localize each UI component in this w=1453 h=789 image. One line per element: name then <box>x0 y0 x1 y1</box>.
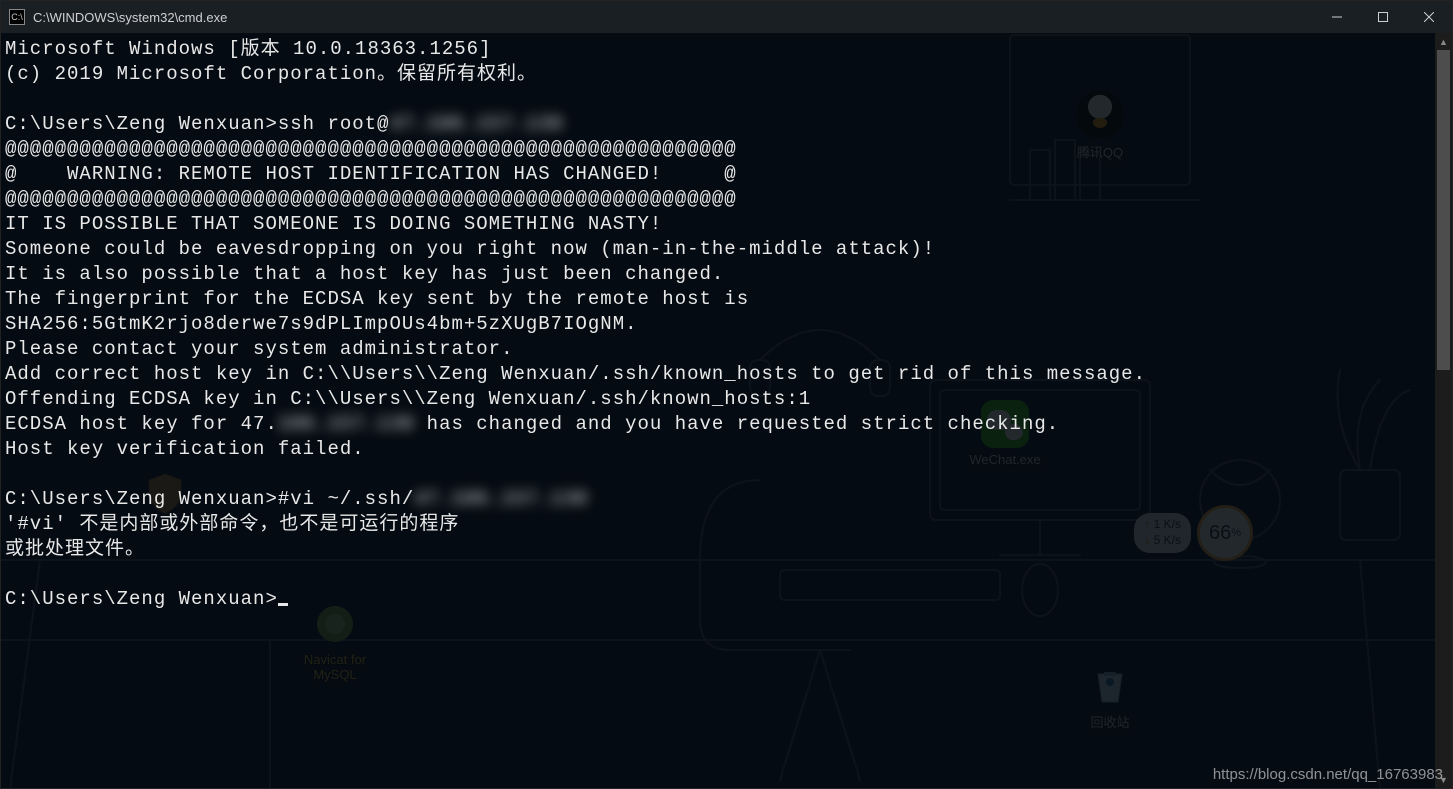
minimize-button[interactable] <box>1314 1 1360 33</box>
window-title: C:\WINDOWS\system32\cmd.exe <box>33 10 227 25</box>
scroll-up-arrow[interactable]: ▲ <box>1435 33 1452 50</box>
vertical-scrollbar[interactable]: ▲ ▼ <box>1435 33 1452 788</box>
desktop-root: 腾讯QQ WeChat.exe 回收站 Navicat for MySQL 1 … <box>0 0 1453 789</box>
terminal-area[interactable]: Microsoft Windows [版本 10.0.18363.1256] (… <box>1 33 1452 788</box>
cmd-window: C:\ C:\WINDOWS\system32\cmd.exe Microsof… <box>0 0 1453 789</box>
close-button[interactable] <box>1406 1 1452 33</box>
terminal-output: Microsoft Windows [版本 10.0.18363.1256] (… <box>5 37 1434 612</box>
titlebar[interactable]: C:\ C:\WINDOWS\system32\cmd.exe <box>1 1 1452 33</box>
scrollbar-thumb[interactable] <box>1437 50 1450 370</box>
maximize-button[interactable] <box>1360 1 1406 33</box>
cmd-app-icon: C:\ <box>9 9 25 25</box>
watermark-text: https://blog.csdn.net/qq_16763983 <box>1213 766 1443 783</box>
